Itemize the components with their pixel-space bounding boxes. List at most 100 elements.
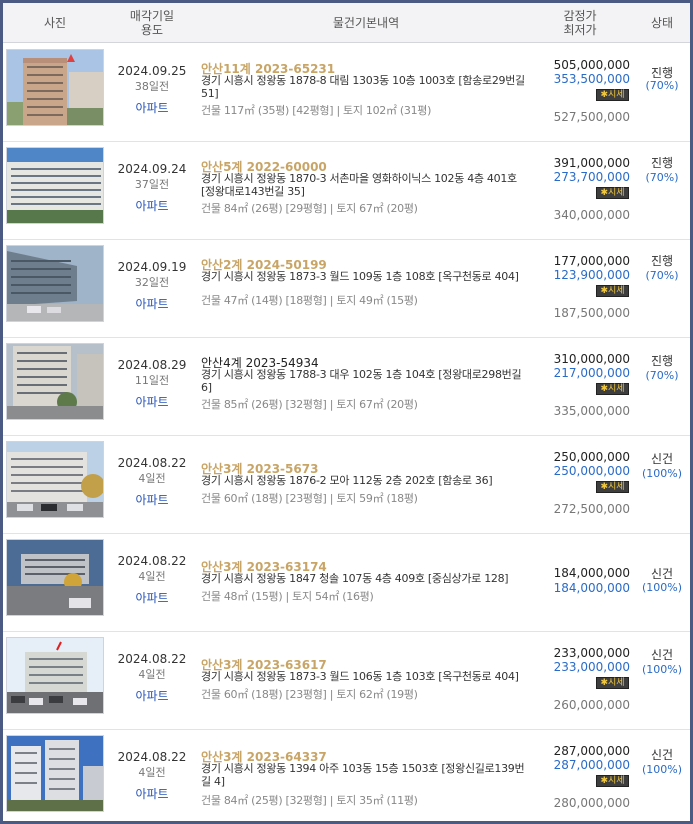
sale-date: 2024.08.29	[117, 358, 187, 372]
days-left: 32일전	[134, 276, 170, 289]
sale-date: 2024.08.22	[117, 750, 187, 764]
market-price: 187,500,000	[553, 306, 630, 320]
address: 경기 시흥시 정왕동 1788-3 대우 102동 1층 104호 [정왕대로2…	[201, 368, 522, 394]
table-row[interactable]: 2024.09.19 32일전 아파트 안산2계 2024-50199 경기 시…	[3, 240, 690, 338]
property-photo[interactable]	[6, 343, 104, 420]
table-row[interactable]: 2024.08.22 4일전 아파트 안산3계 2023-63174 경기 시흥…	[3, 534, 690, 632]
market-price-badge[interactable]: ✱시세	[596, 383, 629, 395]
sale-date: 2024.09.25	[117, 64, 187, 78]
property-type[interactable]: 아파트	[111, 491, 193, 508]
market-price-badge[interactable]: ✱시세	[596, 285, 629, 297]
star-icon: ✱	[600, 776, 608, 786]
address: 경기 시흥시 정왕동 1394 아주 103동 15층 1503호 [정왕신길로…	[201, 762, 525, 788]
area-info: 건물 84㎡ (26평) [29평형] | 토지 67㎡ (20평)	[201, 202, 418, 215]
property-type[interactable]: 아파트	[111, 295, 193, 312]
market-price-badge[interactable]: ✱시세	[596, 187, 629, 199]
table-row[interactable]: 2024.08.22 4일전 아파트 안산3계 2023-63617 경기 시흥…	[3, 632, 690, 730]
status-percent: (100%)	[641, 467, 683, 480]
header-date-type: 매각기일 용도	[129, 9, 175, 37]
appraised-price: 391,000,000	[553, 156, 630, 170]
minimum-price: 273,700,000	[553, 170, 630, 184]
status-percent: (70%)	[645, 171, 679, 184]
status-text: 진행	[650, 354, 674, 368]
area-info: 건물 84㎡ (25평) [32평형] | 토지 35㎡ (11평)	[201, 794, 418, 807]
table-row[interactable]: 2024.08.22 4일전 아파트 안산3계 2023-5673 경기 시흥시…	[3, 436, 690, 534]
appraised-price: 505,000,000	[553, 58, 630, 72]
appraised-price: 250,000,000	[553, 450, 630, 464]
star-icon: ✱	[600, 678, 608, 688]
property-photo[interactable]	[6, 147, 104, 224]
market-price: 527,500,000	[553, 110, 630, 124]
table-row[interactable]: 2024.08.29 11일전 아파트 안산4계 2023-54934 경기 시…	[3, 338, 690, 436]
area-info: 건물 117㎡ (35평) [42평형] | 토지 102㎡ (31평)	[201, 104, 432, 117]
header-photo: 사진	[43, 16, 67, 30]
property-type[interactable]: 아파트	[111, 589, 193, 606]
property-photo[interactable]	[6, 735, 104, 812]
status-percent: (100%)	[641, 763, 683, 776]
property-photo[interactable]	[6, 539, 104, 616]
status-text: 진행	[650, 156, 674, 170]
minimum-price: 353,500,000	[553, 72, 630, 86]
property-photo[interactable]	[6, 637, 104, 714]
market-price: 272,500,000	[553, 502, 630, 516]
appraised-price: 184,000,000	[553, 566, 630, 580]
header-details: 물건기본내역	[332, 16, 400, 30]
property-photo[interactable]	[6, 441, 104, 518]
property-type[interactable]: 아파트	[111, 197, 193, 214]
address: 경기 시흥시 정왕동 1878-8 대림 1303동 10층 1003호 [함송…	[201, 74, 525, 100]
market-price-badge[interactable]: ✱시세	[596, 677, 629, 689]
property-photo[interactable]	[6, 49, 104, 126]
days-left: 4일전	[138, 668, 166, 681]
table-row[interactable]: 2024.08.22 4일전 아파트 안산3계 2023-64337 경기 시흥…	[3, 730, 690, 823]
appraised-price: 177,000,000	[553, 254, 630, 268]
star-icon: ✱	[600, 188, 608, 198]
minimum-price: 123,900,000	[553, 268, 630, 282]
market-price: 335,000,000	[553, 404, 630, 418]
sale-date: 2024.08.22	[117, 456, 187, 470]
days-left: 4일전	[138, 472, 166, 485]
market-price-badge[interactable]: ✱시세	[596, 89, 629, 101]
area-info: 건물 47㎡ (14평) [18평형] | 토지 49㎡ (15평)	[201, 294, 418, 307]
area-info: 건물 60㎡ (18평) [23평형] | 토지 62㎡ (19평)	[201, 688, 418, 701]
property-type[interactable]: 아파트	[111, 785, 193, 802]
sale-date: 2024.08.22	[117, 554, 187, 568]
area-info: 건물 48㎡ (15평) | 토지 54㎡ (16평)	[201, 590, 374, 603]
minimum-price: 250,000,000	[553, 464, 630, 478]
market-price: 340,000,000	[553, 208, 630, 222]
property-type[interactable]: 아파트	[111, 393, 193, 410]
status-text: 신건	[650, 452, 674, 466]
address: 경기 시흥시 정왕동 1870-3 서촌마을 영화하이닉스 102동 4층 40…	[201, 172, 517, 198]
address: 경기 시흥시 정왕동 1876-2 모아 112동 2층 202호 [함송로 3…	[201, 474, 493, 487]
appraised-price: 233,000,000	[553, 646, 630, 660]
star-icon: ✱	[600, 90, 608, 100]
star-icon: ✱	[600, 482, 608, 492]
status-percent: (70%)	[645, 79, 679, 92]
status-text: 신건	[650, 648, 674, 662]
market-price: 280,000,000	[553, 796, 630, 810]
market-price-badge[interactable]: ✱시세	[596, 775, 629, 787]
appraised-price: 310,000,000	[553, 352, 630, 366]
table-row[interactable]: 2024.09.24 37일전 아파트 안산5계 2022-60000 경기 시…	[3, 142, 690, 240]
auction-list: 사진 매각기일 용도 물건기본내역 감정가 최저가 상태 2024.09.25 …	[0, 0, 693, 824]
property-type[interactable]: 아파트	[111, 687, 193, 704]
table-header: 사진 매각기일 용도 물건기본내역 감정가 최저가 상태	[3, 3, 690, 43]
days-left: 37일전	[134, 178, 170, 191]
status-text: 신건	[650, 567, 674, 581]
status-text: 신건	[650, 748, 674, 762]
property-photo[interactable]	[6, 245, 104, 322]
days-left: 11일전	[134, 374, 170, 387]
star-icon: ✱	[600, 384, 608, 394]
header-price: 감정가 최저가	[563, 9, 597, 37]
area-info: 건물 60㎡ (18평) [23평형] | 토지 59㎡ (18평)	[201, 492, 418, 505]
minimum-price: 233,000,000	[553, 660, 630, 674]
address: 경기 시흥시 정왕동 1873-3 월드 106동 1층 103호 [옥구천동로…	[201, 670, 519, 683]
market-price-badge[interactable]: ✱시세	[596, 481, 629, 493]
status-percent: (70%)	[645, 269, 679, 282]
property-type[interactable]: 아파트	[111, 99, 193, 116]
days-left: 4일전	[138, 570, 166, 583]
star-icon: ✱	[600, 286, 608, 296]
table-row[interactable]: 2024.09.25 38일전 아파트 안산11계 2023-65231 경기 …	[3, 44, 690, 142]
sale-date: 2024.08.22	[117, 652, 187, 666]
status-percent: (100%)	[641, 581, 683, 594]
minimum-price: 217,000,000	[553, 366, 630, 380]
